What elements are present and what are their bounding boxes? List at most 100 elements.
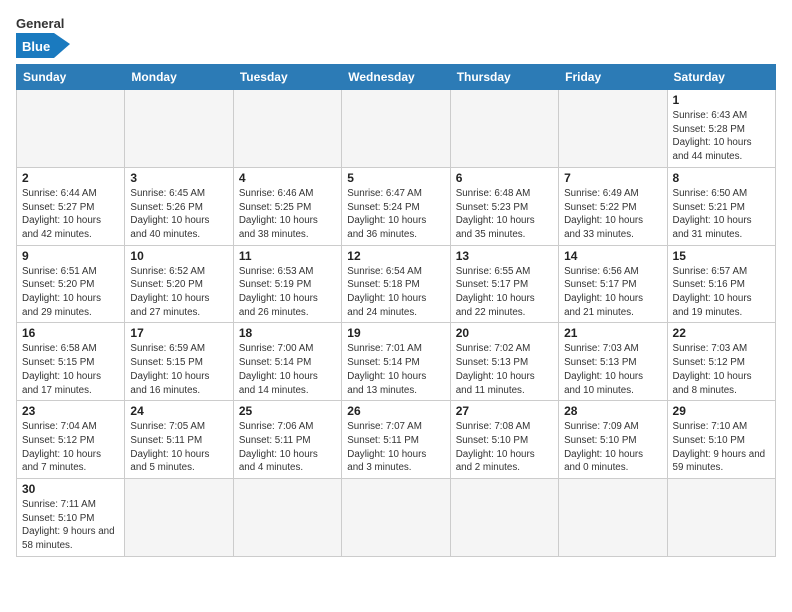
calendar-cell [125,90,233,168]
calendar-cell: 8Sunrise: 6:50 AMSunset: 5:21 PMDaylight… [667,167,775,245]
calendar-cell: 21Sunrise: 7:03 AMSunset: 5:13 PMDayligh… [559,323,667,401]
day-info: Sunrise: 6:47 AMSunset: 5:24 PMDaylight:… [347,187,444,242]
day-info: Sunrise: 6:54 AMSunset: 5:18 PMDaylight:… [347,265,444,320]
day-info: Sunrise: 7:06 AMSunset: 5:11 PMDaylight:… [239,420,336,475]
calendar-cell [342,90,450,168]
day-info: Sunrise: 6:58 AMSunset: 5:15 PMDaylight:… [22,342,119,397]
day-info: Sunrise: 6:52 AMSunset: 5:20 PMDaylight:… [130,265,227,320]
calendar-cell [667,479,775,557]
day-number: 15 [673,249,770,263]
day-number: 17 [130,326,227,340]
calendar-cell [342,479,450,557]
day-number: 30 [22,482,119,496]
calendar-cell: 30Sunrise: 7:11 AMSunset: 5:10 PMDayligh… [17,479,125,557]
calendar-cell [17,90,125,168]
calendar-cell: 18 Sunrise: 7:00 AMSunset: 5:14 PMDayligh… [233,323,341,401]
calendar-cell: 2Sunrise: 6:44 AMSunset: 5:27 PMDaylight… [17,167,125,245]
calendar-week-row: 2Sunrise: 6:44 AMSunset: 5:27 PMDaylight… [17,167,776,245]
day-number: 25 [239,404,336,418]
day-info: Sunrise: 7:01 AMSunset: 5:14 PMDaylight:… [347,342,444,397]
logo: GeneralBlue [16,10,70,58]
header-area: GeneralBlue [16,10,776,58]
day-info: Sunrise: 6:48 AMSunset: 5:23 PMDaylight:… [456,187,553,242]
calendar-cell [559,90,667,168]
calendar-week-row: 23Sunrise: 7:04 AMSunset: 5:12 PMDayligh… [17,401,776,479]
day-info: Sunrise: 6:45 AMSunset: 5:26 PMDaylight:… [130,187,227,242]
day-number: 13 [456,249,553,263]
calendar-cell: 25 Sunrise: 7:06 AMSunset: 5:11 PMDayligh… [233,401,341,479]
calendar-cell: 19 Sunrise: 7:01 AMSunset: 5:14 PMDayligh… [342,323,450,401]
day-number: 28 [564,404,661,418]
calendar-cell [233,90,341,168]
day-number: 3 [130,171,227,185]
day-number: 27 [456,404,553,418]
day-info: Sunrise: 6:57 AMSunset: 5:16 PMDaylight:… [673,265,770,320]
day-number: 18 [239,326,336,340]
day-number: 14 [564,249,661,263]
calendar-cell: 26 Sunrise: 7:07 AMSunset: 5:11 PMDayligh… [342,401,450,479]
day-info: Sunrise: 6:43 AMSunset: 5:28 PMDaylight:… [673,109,770,164]
day-number: 24 [130,404,227,418]
calendar-cell: 12 Sunrise: 6:54 AMSunset: 5:18 PMDayligh… [342,245,450,323]
day-info: Sunrise: 7:03 AMSunset: 5:12 PMDaylight:… [673,342,770,397]
generalblue-logo-icon: GeneralBlue [16,14,70,58]
calendar-cell [450,90,558,168]
day-info: Sunrise: 7:03 AMSunset: 5:13 PMDaylight:… [564,342,661,397]
calendar-cell: 6 Sunrise: 6:48 AMSunset: 5:23 PMDaylight… [450,167,558,245]
day-number: 19 [347,326,444,340]
day-info: Sunrise: 7:07 AMSunset: 5:11 PMDaylight:… [347,420,444,475]
day-info: Sunrise: 6:59 AMSunset: 5:15 PMDaylight:… [130,342,227,397]
calendar-cell: 4 Sunrise: 6:46 AMSunset: 5:25 PMDaylight… [233,167,341,245]
day-number: 4 [239,171,336,185]
calendar-cell: 14Sunrise: 6:56 AMSunset: 5:17 PMDayligh… [559,245,667,323]
calendar-cell: 9 Sunrise: 6:51 AMSunset: 5:20 PMDaylight… [17,245,125,323]
day-number: 29 [673,404,770,418]
calendar-cell: 10 Sunrise: 6:52 AMSunset: 5:20 PMDayligh… [125,245,233,323]
weekday-header-friday: Friday [559,65,667,90]
day-info: Sunrise: 7:00 AMSunset: 5:14 PMDaylight:… [239,342,336,397]
day-info: Sunrise: 6:49 AMSunset: 5:22 PMDaylight:… [564,187,661,242]
day-number: 12 [347,249,444,263]
day-number: 7 [564,171,661,185]
day-number: 26 [347,404,444,418]
calendar-cell: 28 Sunrise: 7:09 AMSunset: 5:10 PMDayligh… [559,401,667,479]
day-number: 6 [456,171,553,185]
calendar-week-row: 30Sunrise: 7:11 AMSunset: 5:10 PMDayligh… [17,479,776,557]
day-number: 10 [130,249,227,263]
weekday-header-sunday: Sunday [17,65,125,90]
day-info: Sunrise: 6:46 AMSunset: 5:25 PMDaylight:… [239,187,336,242]
day-info: Sunrise: 6:55 AMSunset: 5:17 PMDaylight:… [456,265,553,320]
calendar-cell [125,479,233,557]
day-number: 5 [347,171,444,185]
day-info: Sunrise: 6:53 AMSunset: 5:19 PMDaylight:… [239,265,336,320]
calendar-cell: 13 Sunrise: 6:55 AMSunset: 5:17 PMDayligh… [450,245,558,323]
calendar-cell: 23Sunrise: 7:04 AMSunset: 5:12 PMDayligh… [17,401,125,479]
calendar-week-row: 16Sunrise: 6:58 AMSunset: 5:15 PMDayligh… [17,323,776,401]
page: GeneralBlue SundayMondayTuesdayWednesday… [0,0,792,612]
calendar-cell: 29Sunrise: 7:10 AMSunset: 5:10 PMDayligh… [667,401,775,479]
day-info: Sunrise: 6:44 AMSunset: 5:27 PMDaylight:… [22,187,119,242]
day-info: Sunrise: 6:51 AMSunset: 5:20 PMDaylight:… [22,265,119,320]
day-info: Sunrise: 7:05 AMSunset: 5:11 PMDaylight:… [130,420,227,475]
day-info: Sunrise: 7:02 AMSunset: 5:13 PMDaylight:… [456,342,553,397]
calendar-cell: 22Sunrise: 7:03 AMSunset: 5:12 PMDayligh… [667,323,775,401]
calendar-cell: 5 Sunrise: 6:47 AMSunset: 5:24 PMDaylight… [342,167,450,245]
calendar-week-row: 1Sunrise: 6:43 AMSunset: 5:28 PMDaylight… [17,90,776,168]
weekday-header-tuesday: Tuesday [233,65,341,90]
calendar-cell: 16Sunrise: 6:58 AMSunset: 5:15 PMDayligh… [17,323,125,401]
weekday-header-thursday: Thursday [450,65,558,90]
calendar-cell: 3 Sunrise: 6:45 AMSunset: 5:26 PMDaylight… [125,167,233,245]
day-info: Sunrise: 7:09 AMSunset: 5:10 PMDaylight:… [564,420,661,475]
weekday-header-monday: Monday [125,65,233,90]
calendar-table: SundayMondayTuesdayWednesdayThursdayFrid… [16,64,776,557]
day-info: Sunrise: 7:08 AMSunset: 5:10 PMDaylight:… [456,420,553,475]
day-info: Sunrise: 6:50 AMSunset: 5:21 PMDaylight:… [673,187,770,242]
calendar-cell: 27 Sunrise: 7:08 AMSunset: 5:10 PMDayligh… [450,401,558,479]
weekday-header-saturday: Saturday [667,65,775,90]
calendar-cell: 24 Sunrise: 7:05 AMSunset: 5:11 PMDayligh… [125,401,233,479]
calendar-week-row: 9 Sunrise: 6:51 AMSunset: 5:20 PMDaylight… [17,245,776,323]
weekday-header-row: SundayMondayTuesdayWednesdayThursdayFrid… [17,65,776,90]
day-number: 9 [22,249,119,263]
calendar-cell: 1Sunrise: 6:43 AMSunset: 5:28 PMDaylight… [667,90,775,168]
calendar-cell: 17 Sunrise: 6:59 AMSunset: 5:15 PMDayligh… [125,323,233,401]
